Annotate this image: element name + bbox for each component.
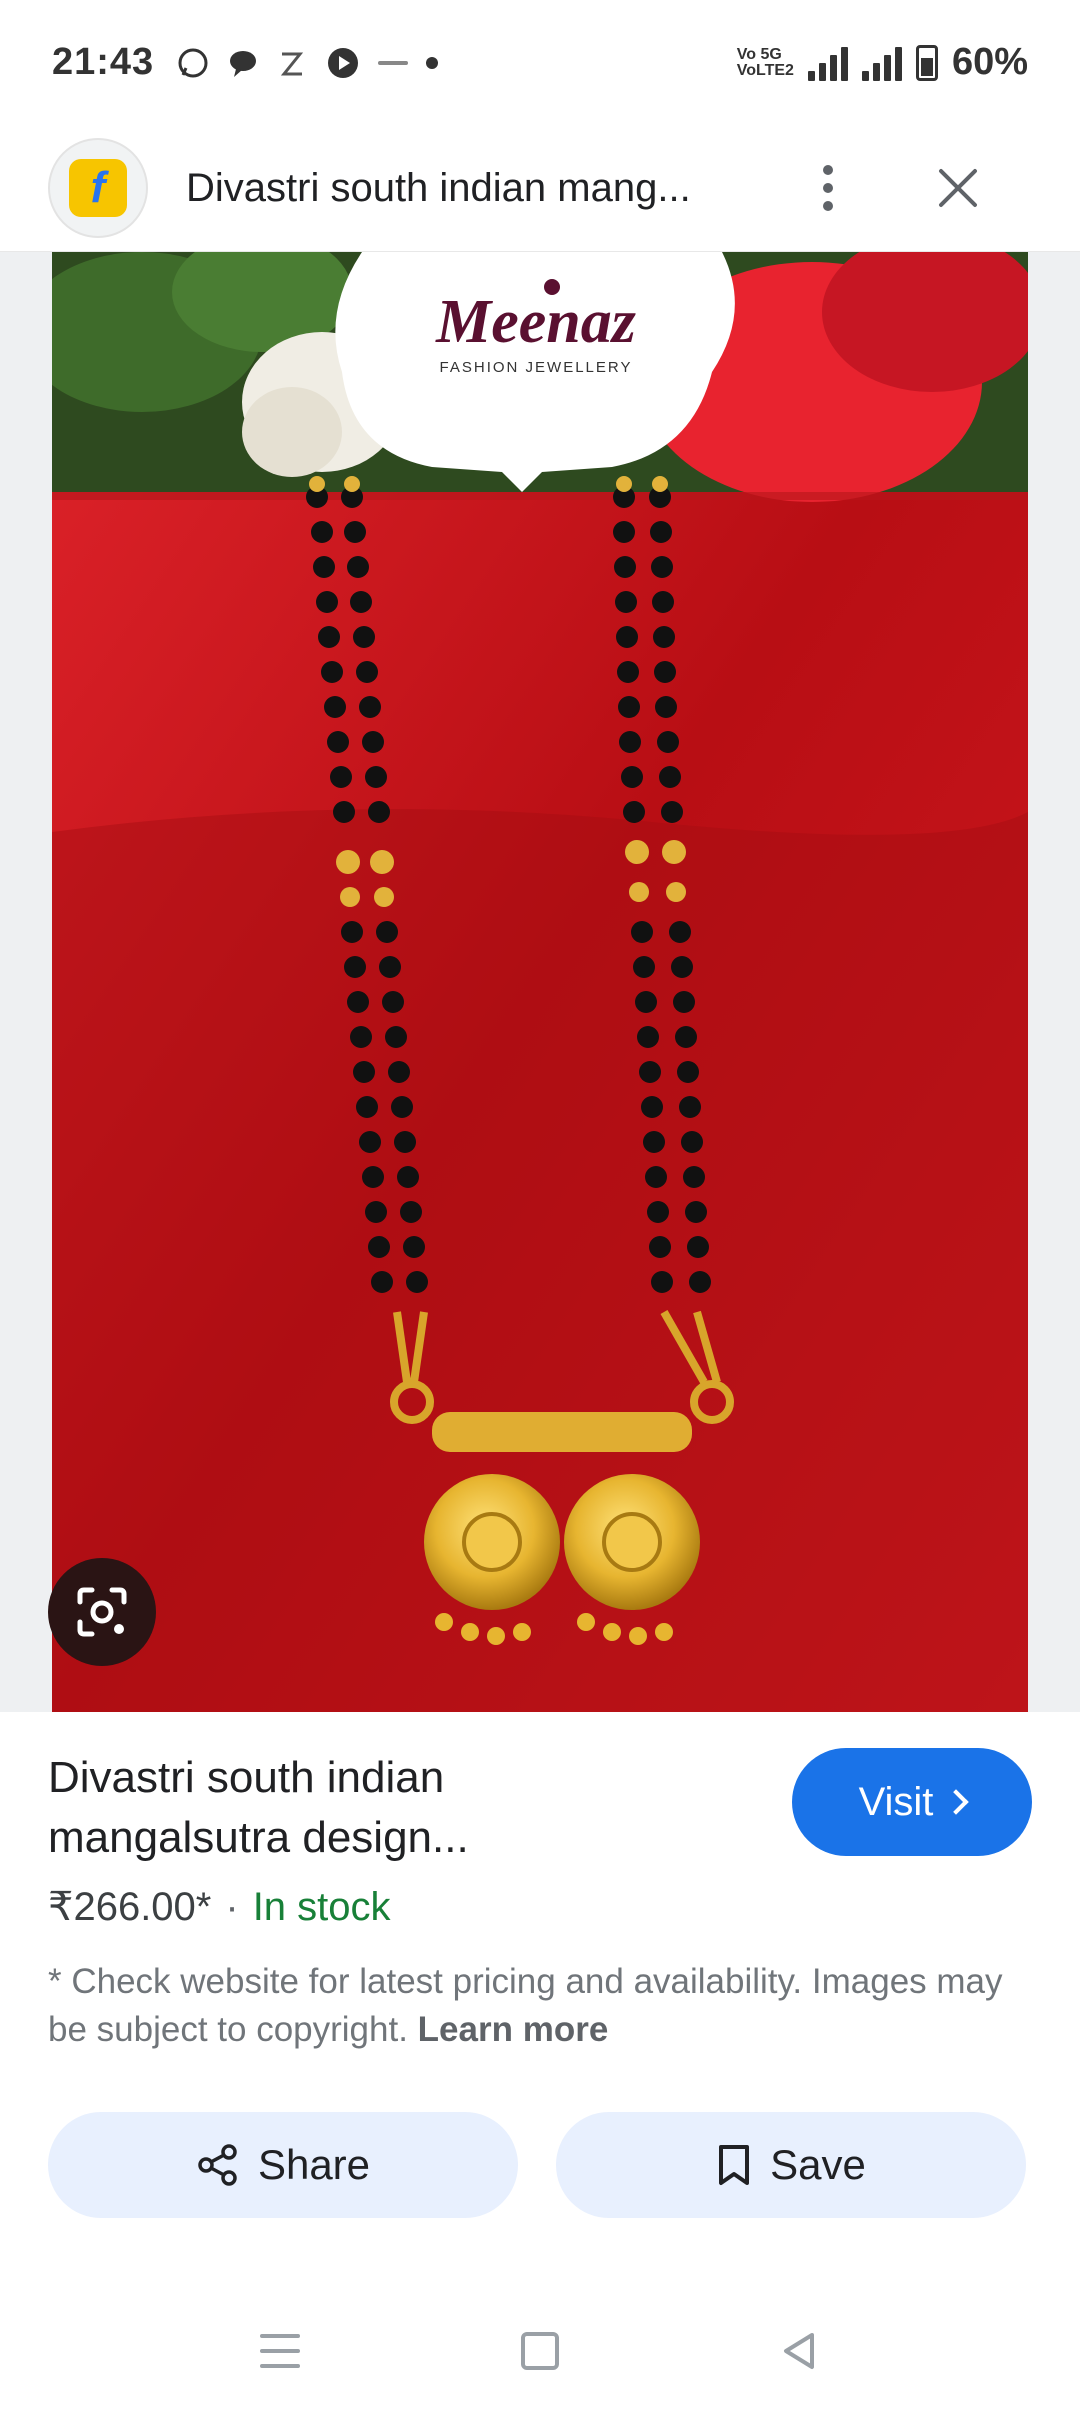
- more-notifications-icon: [426, 56, 439, 69]
- google-lens-button[interactable]: [48, 1558, 156, 1666]
- kebab-dot: [823, 201, 833, 211]
- share-icon: [198, 2144, 237, 2186]
- brand-logo-text: Meenaz: [435, 288, 636, 356]
- brand-sub-text: FASHION JEWELLERY: [440, 359, 633, 376]
- chevron-right-icon: [943, 1789, 970, 1815]
- volte-label: Vo 5G VoLTE2: [736, 45, 794, 79]
- flipkart-logo-icon: f: [69, 159, 127, 217]
- image-viewer: Meenaz FASHION JEWELLERY: [0, 252, 1080, 1712]
- share-label: Share: [257, 2141, 371, 2188]
- bookmark-icon: [719, 2145, 750, 2185]
- notification-icons: [176, 46, 439, 80]
- battery-percent: 60%: [951, 41, 1028, 83]
- home-button[interactable]: [520, 2332, 559, 2370]
- kebab-dot: [823, 165, 833, 175]
- signal-icon-2: [861, 45, 902, 81]
- message-icon: [226, 46, 260, 80]
- battery-icon: [915, 44, 938, 81]
- lens-icon: [77, 1587, 127, 1637]
- close-button[interactable]: [928, 158, 988, 218]
- header-title[interactable]: Divastri south indian mang...: [186, 166, 746, 211]
- signal-icon-1: [807, 45, 848, 81]
- more-options-button[interactable]: [798, 158, 858, 218]
- product-image[interactable]: Meenaz FASHION JEWELLERY: [52, 252, 1028, 1712]
- price: ₹266.00*: [48, 1885, 212, 1929]
- kebab-dot: [823, 183, 833, 193]
- product-info: Divastri south indian mangalsutra design…: [0, 1712, 1080, 2112]
- learn-more-link[interactable]: Learn more: [418, 2010, 609, 2049]
- menu-line: [260, 2334, 301, 2338]
- stock-status: In stock: [252, 1884, 391, 1929]
- play-icon: [326, 46, 360, 80]
- recent-apps-button[interactable]: [260, 2334, 301, 2368]
- menu-line: [260, 2349, 301, 2353]
- menu-line: [260, 2364, 301, 2368]
- back-button[interactable]: [780, 2331, 820, 2371]
- header: f Divastri south indian mang...: [0, 125, 1080, 252]
- visit-button[interactable]: Visit: [792, 1748, 1032, 1856]
- save-button[interactable]: Save: [556, 2112, 1026, 2218]
- price-row: ₹266.00* · In stock: [48, 1884, 391, 1930]
- system-nav-bar: [0, 2290, 1080, 2412]
- mangalsutra-image: Meenaz FASHION JEWELLERY: [52, 252, 1028, 1712]
- zomato-icon: [276, 46, 310, 80]
- visit-label: Visit: [858, 1779, 934, 1824]
- separator-dot: ·: [225, 1884, 239, 1929]
- rapido-icon: [376, 46, 410, 80]
- save-label: Save: [770, 2141, 866, 2188]
- status-bar: 21:43 Vo 5G VoLTE2 60%: [0, 0, 1080, 125]
- share-button[interactable]: Share: [48, 2112, 518, 2218]
- whatsapp-icon: [176, 46, 210, 80]
- status-right: Vo 5G VoLTE2 60%: [737, 41, 1028, 84]
- status-time: 21:43: [52, 41, 155, 83]
- product-title[interactable]: Divastri south indian mangalsutra design…: [48, 1748, 608, 1868]
- disclaimer: * Check website for latest pricing and a…: [48, 1958, 1008, 2054]
- site-favicon[interactable]: f: [48, 138, 148, 238]
